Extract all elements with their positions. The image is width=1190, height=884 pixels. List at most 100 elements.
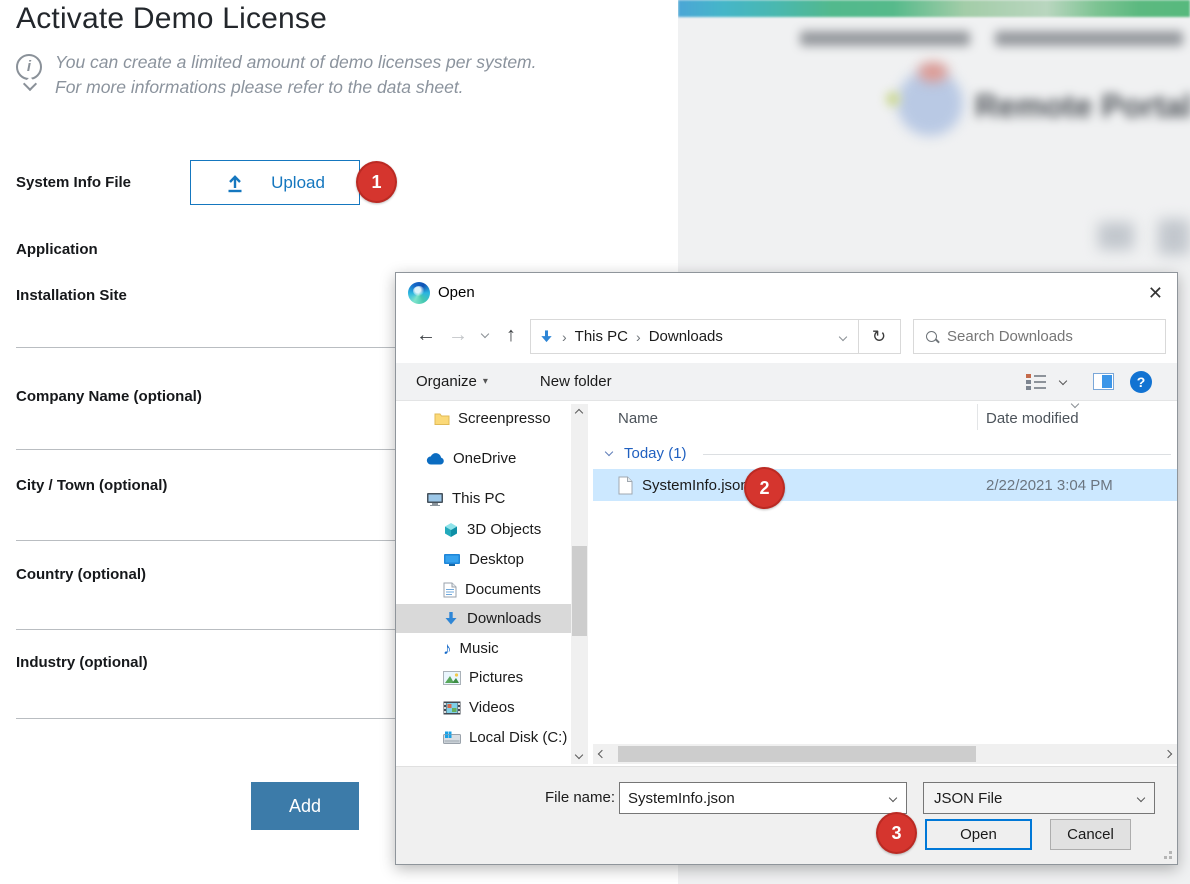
column-divider[interactable] (977, 404, 978, 430)
city-town-label: City / Town (optional) (16, 477, 167, 494)
country-label: Country (optional) (16, 566, 146, 583)
dialog-title: Open (438, 284, 475, 301)
file-row-systeminfo-json[interactable]: SystemInfo.json 2/22/2021 3:04 PM (593, 469, 1177, 501)
cancel-button[interactable]: Cancel (1050, 819, 1131, 850)
videos-icon (443, 701, 461, 715)
edge-browser-icon (408, 282, 430, 304)
open-button[interactable]: Open (925, 819, 1032, 850)
close-icon[interactable]: ✕ (1148, 281, 1163, 305)
sidebar-item-music[interactable]: ♪ Music (396, 634, 571, 663)
scrollbar-thumb[interactable] (618, 746, 976, 762)
search-icon (926, 331, 938, 343)
industry-label: Industry (optional) (16, 654, 148, 671)
portal-logo-dot (886, 92, 900, 106)
system-info-file-label: System Info File (16, 174, 131, 191)
scroll-right-icon[interactable] (1164, 750, 1172, 758)
upload-icon (225, 173, 245, 193)
file-name-combobox[interactable] (619, 782, 907, 814)
installation-site-label: Installation Site (16, 287, 127, 304)
step-3-badge: 3 (876, 812, 917, 854)
sidebar-item-videos[interactable]: Videos (396, 693, 571, 722)
help-icon[interactable]: ? (1130, 371, 1152, 393)
sidebar-item-onedrive[interactable]: OneDrive (396, 444, 571, 473)
folder-icon (434, 412, 450, 425)
view-dropdown-chevron-icon[interactable] (1059, 377, 1067, 385)
breadcrumb-chevron-icon: › (636, 329, 641, 345)
file-name-label: File name: (545, 789, 615, 806)
dropdown-chevron-icon[interactable] (1137, 794, 1145, 802)
application-label: Application (16, 241, 98, 258)
upload-button-label: Upload (271, 173, 325, 193)
pictures-icon (443, 671, 461, 685)
info-note: You can create a limited amount of demo … (55, 50, 555, 100)
sidebar-item-screenpresso[interactable]: Screenpresso (396, 404, 571, 433)
info-icon: i (16, 54, 42, 80)
sidebar-item-desktop[interactable]: Desktop (396, 545, 571, 574)
open-file-dialog: Open ✕ ← → ↑ › This PC › Downloads ↻ Org… (395, 272, 1178, 865)
sidebar-item-3d-objects[interactable]: 3D Objects (396, 515, 571, 544)
forward-icon[interactable]: → (448, 323, 468, 347)
blurred-search-icon (1158, 219, 1190, 255)
refresh-button[interactable]: ↻ (858, 319, 901, 354)
computer-icon (426, 492, 444, 506)
group-header-today[interactable]: Today (1) (624, 445, 687, 462)
up-icon[interactable]: ↑ (506, 323, 516, 347)
portal-logo-accent (918, 62, 948, 82)
step-2-badge: 2 (744, 467, 785, 509)
blurred-menu-icon (1098, 222, 1134, 250)
recent-locations-chevron-icon[interactable] (481, 330, 489, 338)
portal-title: Remote Portal (975, 88, 1190, 125)
sidebar-item-this-pc[interactable]: This PC (396, 484, 571, 513)
details-view-icon[interactable] (1025, 373, 1047, 391)
sidebar-item-local-disk-c[interactable]: Local Disk (C:) (396, 723, 571, 752)
sidebar-scrollbar[interactable] (571, 404, 588, 764)
address-bar[interactable]: › This PC › Downloads (530, 319, 859, 354)
file-type-dropdown[interactable]: JSON File (923, 782, 1155, 814)
company-name-label: Company Name (optional) (16, 388, 202, 405)
add-button[interactable]: Add (251, 782, 359, 830)
documents-icon (443, 582, 457, 598)
group-collapse-chevron-icon[interactable] (605, 448, 613, 456)
onedrive-icon (426, 452, 445, 465)
horizontal-scrollbar[interactable] (593, 744, 1177, 764)
back-icon[interactable]: ← (416, 323, 436, 347)
new-folder-button[interactable]: New folder (540, 373, 612, 390)
sidebar-item-pictures[interactable]: Pictures (396, 663, 571, 692)
scroll-up-icon[interactable] (575, 409, 583, 417)
sort-direction-chevron-icon[interactable] (1071, 400, 1079, 408)
disk-icon (443, 731, 461, 744)
organize-menu[interactable]: Organize (416, 373, 477, 390)
breadcrumb-downloads[interactable]: Downloads (649, 328, 723, 345)
combobox-chevron-icon[interactable] (889, 794, 897, 802)
column-header-name[interactable]: Name (618, 410, 658, 427)
scroll-down-icon[interactable] (575, 751, 583, 759)
sidebar-item-downloads[interactable]: Downloads (396, 604, 571, 633)
organize-caret-icon: ▾ (483, 376, 488, 387)
dialog-toolbar: Organize ▾ New folder ? (396, 363, 1177, 401)
file-type-value: JSON File (934, 790, 1002, 807)
scrollbar-thumb[interactable] (572, 546, 587, 636)
file-name: SystemInfo.json (642, 477, 749, 494)
breadcrumb-chevron-icon: › (562, 329, 567, 345)
breadcrumb-this-pc[interactable]: This PC (575, 328, 628, 345)
3d-objects-icon (443, 522, 459, 538)
portal-header-bar (678, 0, 1190, 17)
desktop-icon (443, 553, 461, 566)
search-input[interactable] (947, 328, 1137, 345)
downloads-icon (443, 611, 459, 627)
preview-pane-icon[interactable] (1093, 373, 1114, 390)
upload-button[interactable]: Upload (190, 160, 360, 205)
json-file-icon (618, 476, 633, 495)
sidebar-item-documents[interactable]: Documents (396, 575, 571, 604)
search-box[interactable] (913, 319, 1166, 354)
resize-grip[interactable] (1160, 847, 1172, 859)
file-date-modified: 2/22/2021 3:04 PM (986, 477, 1113, 494)
downloads-folder-icon (539, 329, 554, 345)
address-dropdown-chevron-icon[interactable] (839, 333, 847, 341)
file-name-input[interactable] (628, 790, 880, 807)
group-header-line (703, 454, 1171, 455)
blurred-nav-link (800, 31, 970, 46)
scroll-left-icon[interactable] (598, 750, 606, 758)
music-icon: ♪ (443, 641, 452, 657)
column-header-date-modified[interactable]: Date modified (986, 410, 1079, 427)
